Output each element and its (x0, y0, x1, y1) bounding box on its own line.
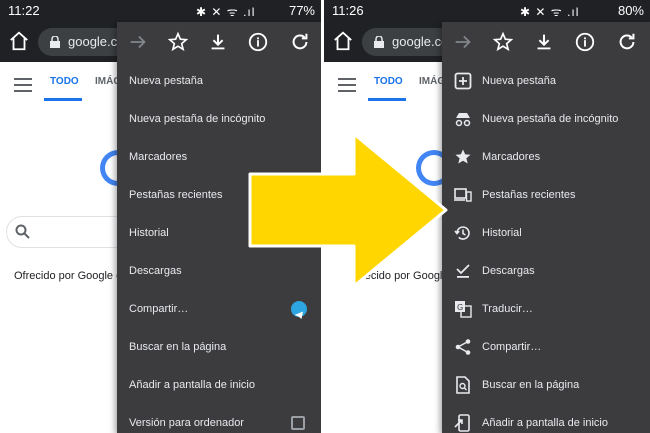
menu-item-translate[interactable]: G Traducir… (442, 290, 650, 328)
status-bar: 11:22 ✱ ✕ ᯤ .ıl 77% (0, 0, 321, 22)
menu-item-share[interactable]: Compartir… (117, 290, 321, 328)
tab-all[interactable]: TODO (50, 76, 79, 87)
menu-item-find-in-page[interactable]: Buscar en la página (117, 328, 321, 366)
menu-item-label: Buscar en la página (482, 379, 580, 391)
status-icons: ✱ ✕ ᯤ .ıl (196, 5, 256, 19)
status-icons: ✱ ✕ ᯤ .ıl (520, 5, 580, 19)
translate-icon: G (455, 301, 472, 318)
menu-icon-row (442, 22, 650, 62)
menu-item-label: Marcadores (482, 151, 541, 163)
download-done-icon (456, 264, 470, 278)
menu-item-label: Marcadores (129, 151, 188, 163)
menu-item-label: Compartir… (129, 303, 189, 315)
menu-item-label: Pestañas recientes (482, 189, 576, 201)
devices-icon (454, 188, 472, 202)
menu-item-label: Nueva pestaña de incógnito (129, 113, 266, 125)
menu-icon-row (117, 22, 321, 62)
download-icon[interactable] (207, 31, 229, 53)
menu-item-label: Descargas (482, 265, 535, 277)
menu-item-label: Nueva pestaña de incógnito (482, 113, 619, 125)
share-icon (455, 339, 471, 355)
menu-item-add-to-home[interactable]: Añadir a pantalla de inicio (442, 404, 650, 433)
star-icon[interactable] (492, 31, 514, 53)
plus-box-icon (454, 72, 472, 90)
hamburger-menu-icon[interactable] (14, 78, 32, 92)
menu-item-incognito-tab[interactable]: Nueva pestaña de incógnito (442, 100, 650, 138)
menu-item-recent-tabs[interactable]: Pestañas recientes (442, 176, 650, 214)
menu-item-label: Buscar en la página (129, 341, 227, 353)
menu-item-label: Nueva pestaña (129, 75, 203, 87)
status-bar: 11:26 ✱ ✕ ᯤ .ıl 80% (324, 0, 650, 22)
menu-item-desktop-site[interactable]: Versión para ordenador (117, 404, 321, 433)
tab-indicator (44, 98, 82, 101)
menu-item-label: Versión para ordenador (129, 417, 244, 429)
menu-item-downloads[interactable]: Descargas (442, 252, 650, 290)
refresh-icon[interactable] (289, 31, 311, 53)
add-to-home-icon (454, 414, 470, 432)
menu-item-new-tab[interactable]: Nueva pestaña (117, 62, 321, 100)
hamburger-menu-icon[interactable] (338, 78, 356, 92)
menu-item-find-in-page[interactable]: Buscar en la página (442, 366, 650, 404)
incognito-icon (455, 113, 471, 127)
history-icon (454, 226, 470, 240)
find-in-page-icon (456, 376, 470, 394)
svg-text:G: G (457, 303, 463, 312)
refresh-icon[interactable] (616, 31, 638, 53)
download-icon[interactable] (533, 31, 555, 53)
lock-icon (374, 36, 384, 48)
star-filled-icon (455, 149, 471, 164)
menu-item-share[interactable]: Compartir… (442, 328, 650, 366)
menu-item-label: Historial (129, 227, 169, 239)
chrome-overflow-menu: Nueva pestaña Nueva pestaña de incógnito… (442, 22, 650, 433)
info-icon[interactable] (247, 31, 269, 53)
battery-level: 80% (617, 3, 644, 18)
status-time: 11:26 (332, 3, 364, 18)
status-time: 11:22 (8, 3, 40, 18)
forward-icon[interactable] (452, 31, 474, 53)
menu-item-bookmarks[interactable]: Marcadores (442, 138, 650, 176)
star-icon[interactable] (167, 31, 189, 53)
tab-all[interactable]: TODO (374, 76, 403, 87)
offered-by-text: Ofrecido por Google en (14, 270, 129, 282)
menu-item-label: Añadir a pantalla de inicio (129, 379, 255, 391)
yellow-arrow-icon (248, 132, 448, 288)
tab-indicator (368, 98, 406, 101)
menu-item-label: Pestañas recientes (129, 189, 223, 201)
menu-item-add-to-home[interactable]: Añadir a pantalla de inicio (117, 366, 321, 404)
search-icon (15, 224, 30, 239)
menu-item-history[interactable]: Historial (442, 214, 650, 252)
info-icon[interactable] (574, 31, 596, 53)
menu-item-label: Añadir a pantalla de inicio (482, 417, 608, 429)
menu-item-label: Nueva pestaña (482, 75, 556, 87)
menu-item-label: Historial (482, 227, 522, 239)
forward-icon[interactable] (127, 31, 149, 53)
telegram-icon[interactable] (291, 301, 307, 319)
menu-item-label: Compartir… (482, 341, 542, 353)
menu-item-new-tab[interactable]: Nueva pestaña (442, 62, 650, 100)
desktop-site-checkbox[interactable] (291, 416, 305, 430)
menu-item-label: Descargas (129, 265, 182, 277)
home-icon[interactable] (8, 30, 30, 52)
battery-level: 77% (288, 3, 315, 18)
home-icon[interactable] (332, 30, 354, 52)
lock-icon (50, 36, 60, 48)
menu-item-label: Traducir… (482, 303, 533, 315)
